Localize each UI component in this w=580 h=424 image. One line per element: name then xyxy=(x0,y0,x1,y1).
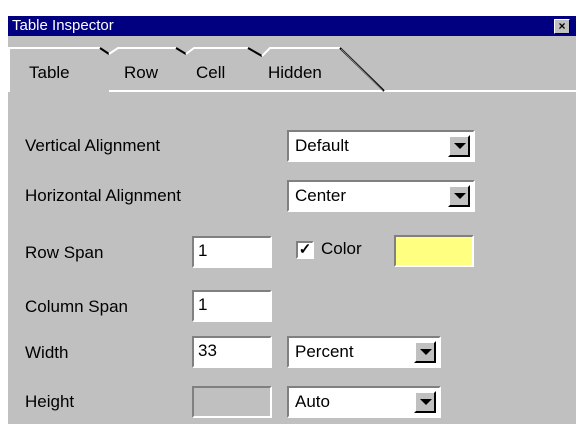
height-unit-select[interactable]: Auto xyxy=(287,386,441,418)
horizontal-alignment-label: Horizontal Alignment xyxy=(25,186,181,205)
color-swatch[interactable] xyxy=(394,235,474,267)
height-unit-value: Auto xyxy=(295,392,330,411)
vertical-alignment-select[interactable]: Default xyxy=(287,130,475,162)
row-span-field[interactable]: 1 xyxy=(192,236,272,268)
width-unit-select[interactable]: Percent xyxy=(287,336,441,368)
tab-cell[interactable]: Cell xyxy=(196,63,225,83)
chevron-down-icon[interactable] xyxy=(414,341,436,363)
table-inspector-window: Table Inspector × Table Row Cell Hidden … xyxy=(8,16,576,424)
width-field[interactable]: 33 xyxy=(192,336,272,368)
tab-table[interactable]: Table xyxy=(29,63,70,83)
close-button[interactable]: × xyxy=(554,19,570,34)
height-label: Height xyxy=(25,392,75,411)
height-field xyxy=(192,386,272,418)
horizontal-alignment-value: Center xyxy=(295,186,347,205)
chevron-down-icon[interactable] xyxy=(448,185,470,207)
color-checkbox[interactable]: ✓ xyxy=(296,241,314,259)
width-label: Width xyxy=(25,343,69,362)
chevron-down-icon[interactable] xyxy=(448,135,470,157)
chevron-down-icon[interactable] xyxy=(414,391,436,413)
horizontal-alignment-select[interactable]: Center xyxy=(287,180,475,212)
vertical-alignment-value: Default xyxy=(295,136,349,155)
title-bar[interactable]: Table Inspector × xyxy=(8,16,576,36)
column-span-field[interactable]: 1 xyxy=(192,290,272,322)
tab-bar: Table Row Cell Hidden xyxy=(8,36,576,108)
tab-row[interactable]: Row xyxy=(124,63,158,83)
color-label: Color xyxy=(321,239,362,258)
width-unit-value: Percent xyxy=(295,342,354,361)
tab-hidden[interactable]: Hidden xyxy=(268,63,322,83)
window-title: Table Inspector xyxy=(12,17,114,34)
row-span-label: Row Span xyxy=(25,243,104,262)
column-span-label: Column Span xyxy=(25,297,129,316)
vertical-alignment-label: Vertical Alignment xyxy=(25,136,161,155)
